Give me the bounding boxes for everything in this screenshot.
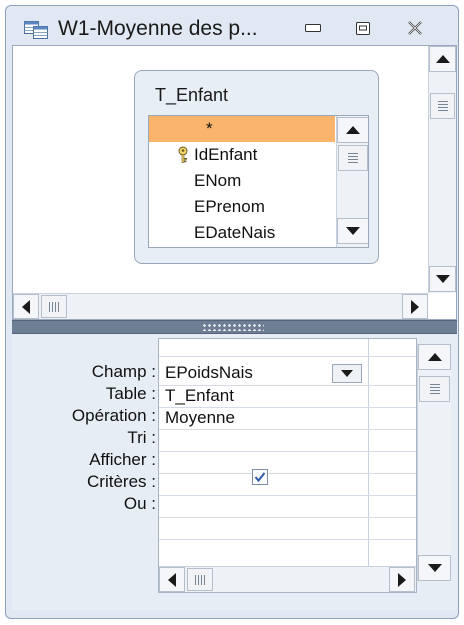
- field-name: *: [206, 119, 213, 138]
- field-item[interactable]: IdEnfant: [149, 142, 335, 168]
- afficher-checkbox[interactable]: [252, 469, 268, 485]
- table-name: T_Enfant: [155, 85, 229, 105]
- scroll-down-button[interactable]: [429, 266, 456, 292]
- window-title: W1-Moyenne des p...: [58, 17, 258, 40]
- query-design-grid: EPoidsNais T_Enfant Moyenne: [158, 338, 417, 593]
- scroll-left-button[interactable]: [13, 294, 39, 319]
- chevron-down-icon: [341, 370, 353, 377]
- arrow-up-icon: [435, 55, 450, 63]
- field-name: EDateNais: [194, 223, 276, 242]
- close-icon: [408, 21, 422, 35]
- arrow-up-icon: [427, 353, 442, 361]
- grid-line: [159, 495, 416, 496]
- field-list: * IdEnfant ENom EPrenom EDateNais: [148, 115, 369, 248]
- primary-key-icon: [178, 146, 188, 163]
- field-name: ENom: [194, 171, 242, 190]
- pane-splitter[interactable]: [12, 320, 457, 334]
- scroll-up-button[interactable]: [429, 46, 456, 72]
- field-item[interactable]: EDateNais: [149, 220, 335, 246]
- design-grid-area: Champ : Table : Opération : Tri : Affich…: [12, 334, 457, 610]
- row-label-operation: Opération :: [71, 406, 156, 425]
- scroll-down-button[interactable]: [418, 555, 451, 581]
- minimize-button[interactable]: [296, 15, 330, 41]
- row-label-afficher: Afficher :: [89, 450, 156, 469]
- scroll-up-button[interactable]: [337, 117, 368, 143]
- table-area-vscrollbar[interactable]: [428, 46, 456, 293]
- grid-line: [159, 356, 416, 357]
- field-item[interactable]: *: [149, 116, 335, 142]
- restore-icon: [356, 21, 370, 35]
- operation-cell[interactable]: Moyenne: [165, 408, 235, 428]
- scroll-thumb[interactable]: [187, 568, 213, 591]
- scroll-right-button[interactable]: [389, 567, 415, 592]
- arrow-down-icon: [435, 275, 450, 283]
- grid-line: [159, 451, 416, 452]
- scroll-thumb[interactable]: [41, 295, 67, 318]
- field-item[interactable]: EPrenom: [149, 194, 335, 220]
- minimize-icon: [305, 24, 321, 32]
- row-label-tri: Tri :: [127, 428, 156, 447]
- column-divider: [368, 339, 369, 592]
- grid-line: [159, 473, 416, 474]
- table-area-hscrollbar[interactable]: [13, 293, 428, 319]
- arrow-left-icon: [168, 572, 176, 587]
- row-label-ou: Ou :: [123, 494, 156, 513]
- arrow-down-icon: [346, 227, 360, 235]
- scroll-thumb[interactable]: [338, 145, 368, 171]
- table-field-list[interactable]: T_Enfant * IdEnfant ENom EPrenom EDateNa…: [134, 70, 379, 264]
- row-label-champ: Champ :: [91, 362, 156, 381]
- champ-cell[interactable]: EPoidsNais: [165, 363, 253, 383]
- arrow-right-icon: [411, 299, 419, 314]
- champ-dropdown-button[interactable]: [332, 364, 362, 383]
- restore-button[interactable]: [346, 15, 380, 41]
- grid-line: [159, 517, 416, 518]
- arrow-left-icon: [22, 299, 30, 314]
- arrow-down-icon: [427, 564, 442, 572]
- checkmark-icon: [254, 472, 266, 483]
- scroll-thumb[interactable]: [430, 93, 455, 119]
- field-list-scrollbar[interactable]: [336, 116, 368, 247]
- query-design-icon: [24, 21, 48, 39]
- field-name: EPrenom: [194, 197, 265, 216]
- grid-line: [159, 539, 416, 540]
- grid-line: [159, 429, 416, 430]
- close-button[interactable]: [398, 15, 432, 41]
- scroll-thumb[interactable]: [419, 376, 450, 402]
- row-label-criteres: Critères :: [87, 472, 156, 491]
- scroll-down-button[interactable]: [337, 218, 368, 244]
- row-label-table: Table :: [105, 384, 156, 403]
- arrow-up-icon: [346, 126, 360, 134]
- table-cell[interactable]: T_Enfant: [165, 386, 234, 406]
- grid-vscrollbar[interactable]: [417, 344, 451, 581]
- scroll-up-button[interactable]: [418, 344, 451, 370]
- scroll-left-button[interactable]: [159, 567, 185, 592]
- field-name: IdEnfant: [194, 145, 258, 164]
- grid-hscrollbar[interactable]: [159, 566, 416, 592]
- field-item[interactable]: ENom: [149, 168, 335, 194]
- scroll-right-button[interactable]: [402, 294, 428, 319]
- splitter-grip-icon: [202, 323, 264, 331]
- arrow-right-icon: [398, 572, 406, 587]
- table-area: T_Enfant * IdEnfant ENom EPrenom EDateNa…: [12, 45, 457, 320]
